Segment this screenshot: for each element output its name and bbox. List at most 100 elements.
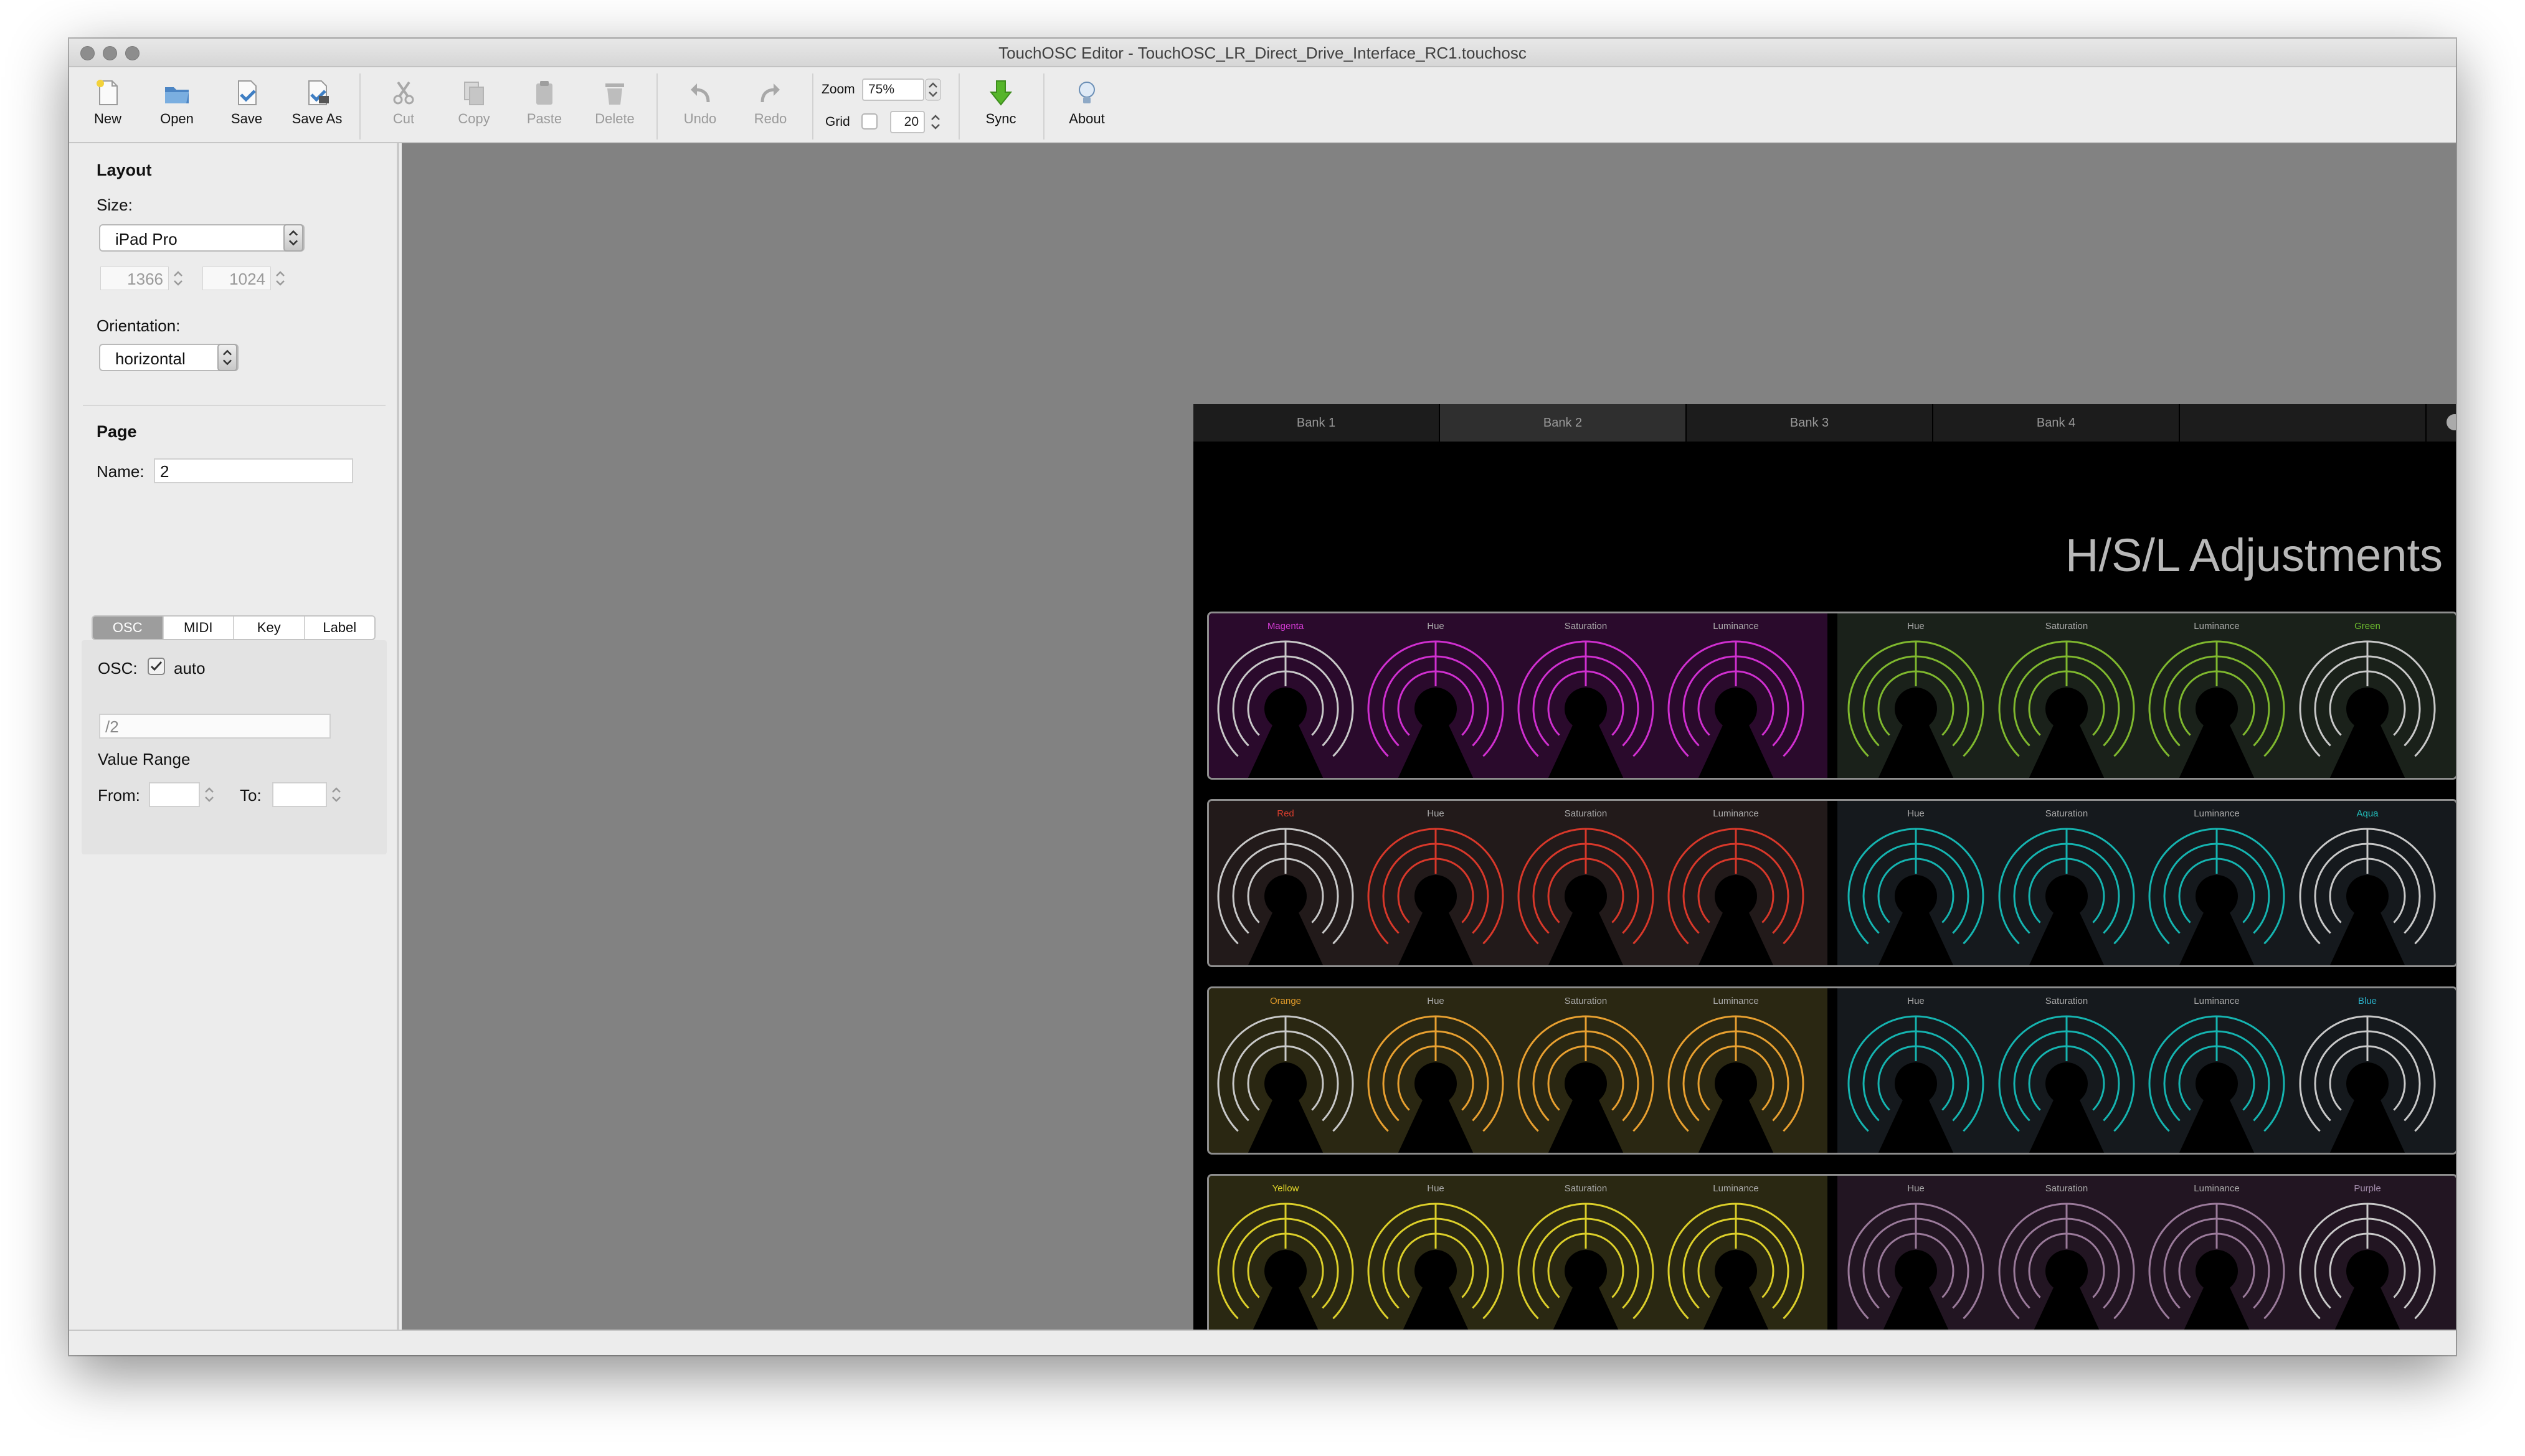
- osc-address-input[interactable]: /2: [99, 714, 331, 739]
- rotary-knob[interactable]: [1214, 637, 1357, 780]
- rotary-knob[interactable]: [2296, 825, 2439, 967]
- save-icon: [238, 80, 257, 105]
- rotary-knob[interactable]: [1844, 825, 1987, 967]
- rotary-knob[interactable]: [1364, 1012, 1507, 1155]
- rotary-knob[interactable]: [1995, 637, 2138, 780]
- height-stepper-icon[interactable]: [272, 267, 288, 290]
- rotary-knob[interactable]: [1364, 825, 1507, 967]
- knob-label: Luminance: [2194, 808, 2240, 819]
- from-stepper-icon[interactable]: [201, 782, 217, 807]
- rotary-knob[interactable]: [1844, 637, 1987, 780]
- rotary-knob[interactable]: [2145, 637, 2288, 780]
- rotary-knob[interactable]: [2296, 637, 2439, 780]
- cut-button[interactable]: Cut: [369, 78, 438, 138]
- osc-auto-checkbox[interactable]: [148, 658, 165, 675]
- paste-label: Paste: [526, 111, 562, 126]
- toolbar-separator: [359, 73, 361, 139]
- knob-label: Orange: [1269, 996, 1302, 1006]
- editor-canvas[interactable]: Bank 1 Bank 2 Bank 3 Bank 4 H/S/L Adjust…: [402, 143, 2456, 1355]
- rotary-knob[interactable]: [1844, 1199, 1987, 1342]
- zoom-field[interactable]: 75%: [862, 78, 924, 101]
- knob-label: Saturation: [1564, 621, 1608, 631]
- delete-button[interactable]: Delete: [580, 78, 649, 138]
- orientation-select-value: horizontal: [115, 349, 186, 368]
- rotary-knob[interactable]: [1514, 1012, 1657, 1155]
- new-document-icon: [97, 80, 118, 105]
- osc-settings-panel: OSC: auto /2 Value Range From: To:: [82, 640, 387, 854]
- grid-checkbox[interactable]: [861, 113, 878, 130]
- knob-label: Saturation: [2045, 1183, 2088, 1194]
- copy-icon: [464, 82, 484, 105]
- rotary-knob[interactable]: [2296, 1012, 2439, 1155]
- rotary-knob[interactable]: [1364, 637, 1507, 780]
- knob-label: Aqua: [2356, 808, 2379, 819]
- tab-bank-1[interactable]: Bank 1: [1193, 404, 1440, 442]
- tab-empty[interactable]: [2180, 404, 2427, 442]
- layout-height-field[interactable]: 1024: [202, 267, 271, 290]
- undo-button[interactable]: Undo: [666, 78, 734, 138]
- size-select[interactable]: iPad Pro: [99, 224, 305, 252]
- redo-arrow-icon: [760, 83, 780, 103]
- orientation-select[interactable]: horizontal: [99, 344, 239, 371]
- new-button[interactable]: New: [73, 78, 142, 138]
- rotary-knob[interactable]: [2145, 825, 2288, 967]
- tab-bank-4[interactable]: Bank 4: [1933, 404, 2180, 442]
- range-to-input[interactable]: [272, 782, 327, 807]
- property-tabs: OSC MIDI Key Label: [92, 615, 376, 640]
- rotary-knob[interactable]: [1214, 1199, 1357, 1342]
- rotary-knob[interactable]: [1364, 1199, 1507, 1342]
- rotary-knob[interactable]: [1995, 1199, 2138, 1342]
- knob-label: Saturation: [1564, 1183, 1608, 1194]
- rotary-knob[interactable]: [1514, 825, 1657, 967]
- rotary-knob[interactable]: [2296, 1199, 2439, 1342]
- range-from-input[interactable]: [149, 782, 200, 807]
- grid-size-stepper-icon[interactable]: [927, 111, 944, 133]
- editor-window: TouchOSC Editor - TouchOSC_LR_Direct_Dri…: [69, 39, 2456, 1355]
- tab-label[interactable]: Label: [305, 617, 375, 639]
- layout-width-field[interactable]: 1366: [100, 267, 169, 290]
- knob-label: Luminance: [1713, 808, 1759, 819]
- save-as-button[interactable]: Save As: [283, 78, 351, 138]
- rotary-knob[interactable]: [1664, 1199, 1807, 1342]
- rotary-knob[interactable]: [1664, 1012, 1807, 1155]
- save-button[interactable]: Save: [212, 78, 281, 138]
- rotary-knob[interactable]: [1844, 1012, 1987, 1155]
- knob-label: Luminance: [2194, 996, 2240, 1006]
- rotary-knob[interactable]: [2145, 1012, 2288, 1155]
- toolbar-separator: [1043, 73, 1045, 139]
- toolbar-separator: [812, 73, 813, 139]
- rotary-knob[interactable]: [1995, 1012, 2138, 1155]
- tab-midi[interactable]: MIDI: [164, 617, 234, 639]
- sync-label: Sync: [985, 111, 1016, 126]
- open-button[interactable]: Open: [143, 78, 211, 138]
- tab-bank-2[interactable]: Bank 2: [1440, 404, 1687, 442]
- rotary-knob[interactable]: [1214, 825, 1357, 967]
- to-label: To:: [240, 786, 262, 805]
- to-stepper-icon[interactable]: [328, 782, 344, 807]
- copy-button[interactable]: Copy: [440, 78, 508, 138]
- rotary-knob[interactable]: [2145, 1199, 2288, 1342]
- zoom-dropdown-arrows-icon[interactable]: [925, 78, 941, 101]
- redo-button[interactable]: Redo: [736, 78, 805, 138]
- knob-label: Purple: [2354, 1183, 2381, 1194]
- knob-label: Saturation: [1564, 996, 1608, 1006]
- tab-key[interactable]: Key: [234, 617, 305, 639]
- rotary-knob[interactable]: [1995, 825, 2138, 967]
- knob-label: Hue: [1907, 621, 1925, 631]
- tab-bank-3[interactable]: Bank 3: [1687, 404, 1933, 442]
- grid-size-field[interactable]: 20: [890, 111, 925, 133]
- tab-osc[interactable]: OSC: [93, 617, 164, 639]
- about-button[interactable]: About: [1053, 78, 1121, 138]
- rotary-knob[interactable]: [1664, 825, 1807, 967]
- page-name-input[interactable]: 2: [154, 458, 353, 483]
- rotary-knob[interactable]: [1514, 1199, 1657, 1342]
- layout-preview[interactable]: Bank 1 Bank 2 Bank 3 Bank 4 H/S/L Adjust…: [1193, 404, 2456, 1355]
- sync-button[interactable]: Sync: [967, 78, 1035, 138]
- rotary-knob[interactable]: [1514, 637, 1657, 780]
- section-divider: [83, 405, 386, 406]
- rotary-knob[interactable]: [1214, 1012, 1357, 1155]
- width-stepper-icon[interactable]: [170, 267, 186, 290]
- rotary-knob[interactable]: [1664, 637, 1807, 780]
- paste-button[interactable]: Paste: [510, 78, 579, 138]
- knob-label: Hue: [1427, 1183, 1444, 1194]
